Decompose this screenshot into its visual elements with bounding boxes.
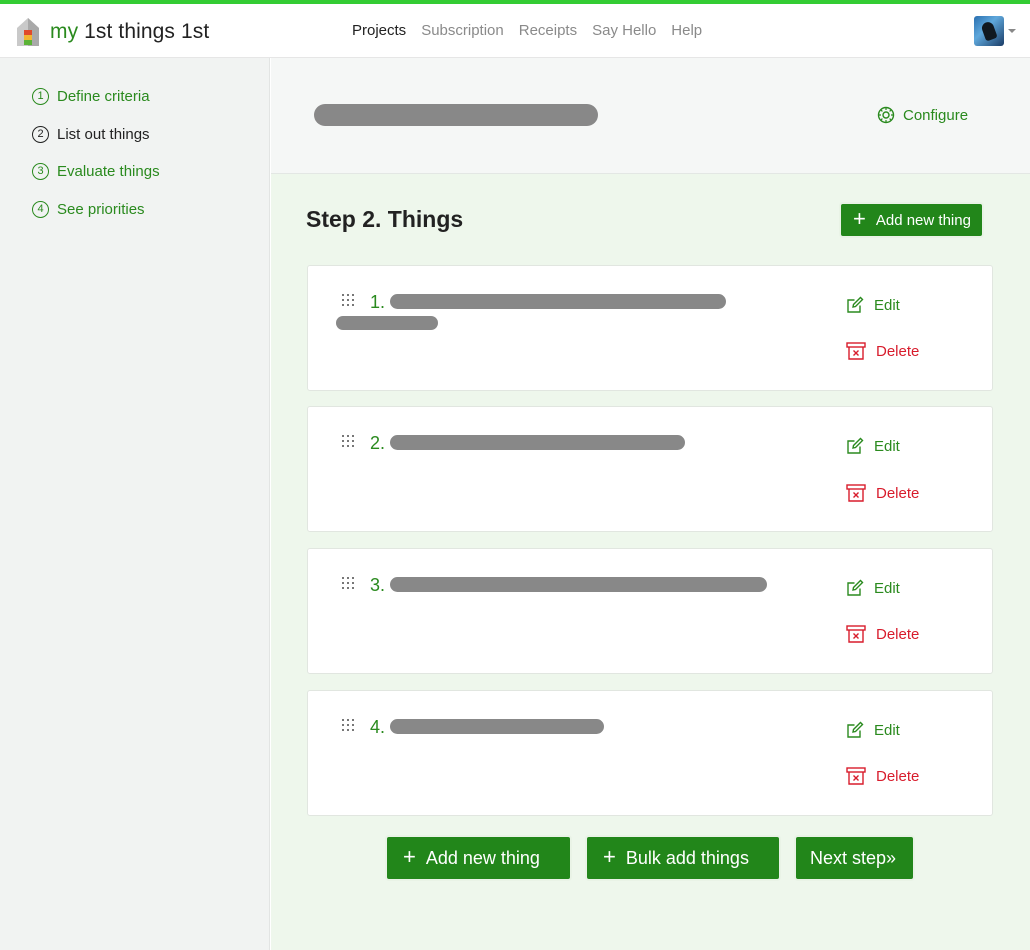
brand-name: my 1st things 1st [50, 20, 209, 44]
drag-handle-icon[interactable] [342, 577, 356, 593]
sidebar-step-label: Evaluate things [57, 163, 160, 180]
page-title: Step 2. Things [306, 206, 464, 232]
plus-icon: + [403, 844, 416, 869]
configure-label: Configure [903, 106, 969, 124]
thing-card: 1. Edit Delete [307, 265, 993, 391]
edit-icon [847, 579, 864, 596]
sidebar-step-label: Define criteria [57, 88, 150, 105]
nav-help[interactable]: Help [671, 21, 702, 41]
sidebar-step-evaluate-things[interactable]: 3 Evaluate things [32, 163, 160, 180]
settings-icon [877, 106, 895, 124]
thing-card: 3. Edit Delete [307, 548, 993, 674]
drag-handle-icon[interactable] [342, 435, 356, 451]
user-menu[interactable] [974, 16, 1016, 46]
edit-button[interactable]: Edit [846, 296, 900, 314]
delete-label: Delete [876, 625, 920, 643]
next-step-label: Next step» [810, 847, 897, 868]
edit-button[interactable]: Edit [846, 579, 900, 597]
nav-projects[interactable]: Projects [352, 21, 406, 41]
redacted-thing-title [390, 435, 685, 450]
step-number-icon: 3 [32, 163, 49, 180]
nav-say-hello[interactable]: Say Hello [592, 21, 656, 41]
brand-prefix: my [50, 20, 79, 43]
sidebar-step-label: List out things [57, 126, 150, 143]
plus-icon: + [853, 206, 866, 231]
add-new-thing-label: Add new thing [875, 211, 971, 229]
edit-button[interactable]: Edit [846, 437, 900, 455]
edit-button[interactable]: Edit [846, 721, 900, 739]
delete-label: Delete [876, 342, 920, 360]
thing-number: 4. [370, 717, 386, 737]
thing-number: 1. [370, 292, 386, 312]
main-content: Configure Step 2. Things + Add new thing… [271, 58, 1030, 950]
delete-label: Delete [876, 484, 920, 502]
nav-receipts[interactable]: Receipts [519, 21, 577, 41]
step-number-icon: 2 [32, 126, 49, 143]
delete-icon [846, 484, 866, 502]
bulk-add-things-button[interactable]: + Bulk add things [587, 837, 779, 879]
redacted-thing-title [390, 577, 767, 592]
avatar[interactable] [974, 16, 1004, 46]
brand-rest: 1st things 1st [78, 20, 210, 43]
redacted-thing-title [390, 294, 726, 309]
thing-card: 4. Edit Delete [307, 690, 993, 816]
add-new-thing-bottom-label: Add new thing [425, 847, 540, 868]
delete-icon [846, 767, 866, 785]
redacted-project-title [314, 104, 598, 126]
edit-label: Edit [874, 721, 900, 739]
redacted-thing-title [390, 719, 604, 734]
main-nav: Projects Subscription Receipts Say Hello… [352, 21, 717, 41]
delete-label: Delete [876, 767, 920, 785]
sidebar-step-see-priorities[interactable]: 4 See priorities [32, 201, 145, 218]
drag-handle-icon[interactable] [342, 719, 356, 735]
brand[interactable]: my 1st things 1st [14, 16, 209, 48]
configure-link[interactable]: Configure [877, 106, 968, 124]
thing-number: 3. [370, 575, 386, 595]
plus-icon: + [603, 844, 616, 869]
sidebar: 1 Define criteria 2 List out things 3 Ev… [0, 58, 270, 950]
add-new-thing-button[interactable]: + Add new thing [841, 204, 982, 236]
delete-button[interactable]: Delete [846, 483, 919, 503]
navbar: my 1st things 1st Projects Subscription … [0, 4, 1030, 58]
thing-number: 2. [370, 433, 386, 453]
delete-icon [846, 625, 866, 643]
delete-button[interactable]: Delete [846, 341, 919, 361]
bulk-add-things-label: Bulk add things [625, 847, 749, 868]
chevron-down-icon [1008, 29, 1016, 33]
redacted-thing-title-continued [336, 316, 438, 330]
thing-card: 2. Edit Delete [307, 406, 993, 532]
add-new-thing-bottom-button[interactable]: + Add new thing [387, 837, 570, 879]
app-logo-icon [17, 18, 39, 46]
drag-handle-icon[interactable] [342, 294, 356, 310]
delete-icon [846, 342, 866, 360]
sidebar-step-list-out-things[interactable]: 2 List out things [32, 126, 150, 143]
next-step-button[interactable]: Next step» [796, 837, 913, 879]
project-header: Configure [271, 58, 1030, 174]
edit-icon [847, 721, 864, 738]
edit-icon [847, 437, 864, 454]
edit-label: Edit [874, 437, 900, 455]
nav-subscription[interactable]: Subscription [421, 21, 504, 41]
delete-button[interactable]: Delete [846, 766, 919, 786]
step-number-icon: 1 [32, 88, 49, 105]
edit-label: Edit [874, 579, 900, 597]
sidebar-step-label: See priorities [57, 201, 145, 218]
edit-label: Edit [874, 296, 900, 314]
sidebar-step-define-criteria[interactable]: 1 Define criteria [32, 88, 150, 105]
step-number-icon: 4 [32, 201, 49, 218]
edit-icon [847, 296, 864, 313]
delete-button[interactable]: Delete [846, 624, 919, 644]
